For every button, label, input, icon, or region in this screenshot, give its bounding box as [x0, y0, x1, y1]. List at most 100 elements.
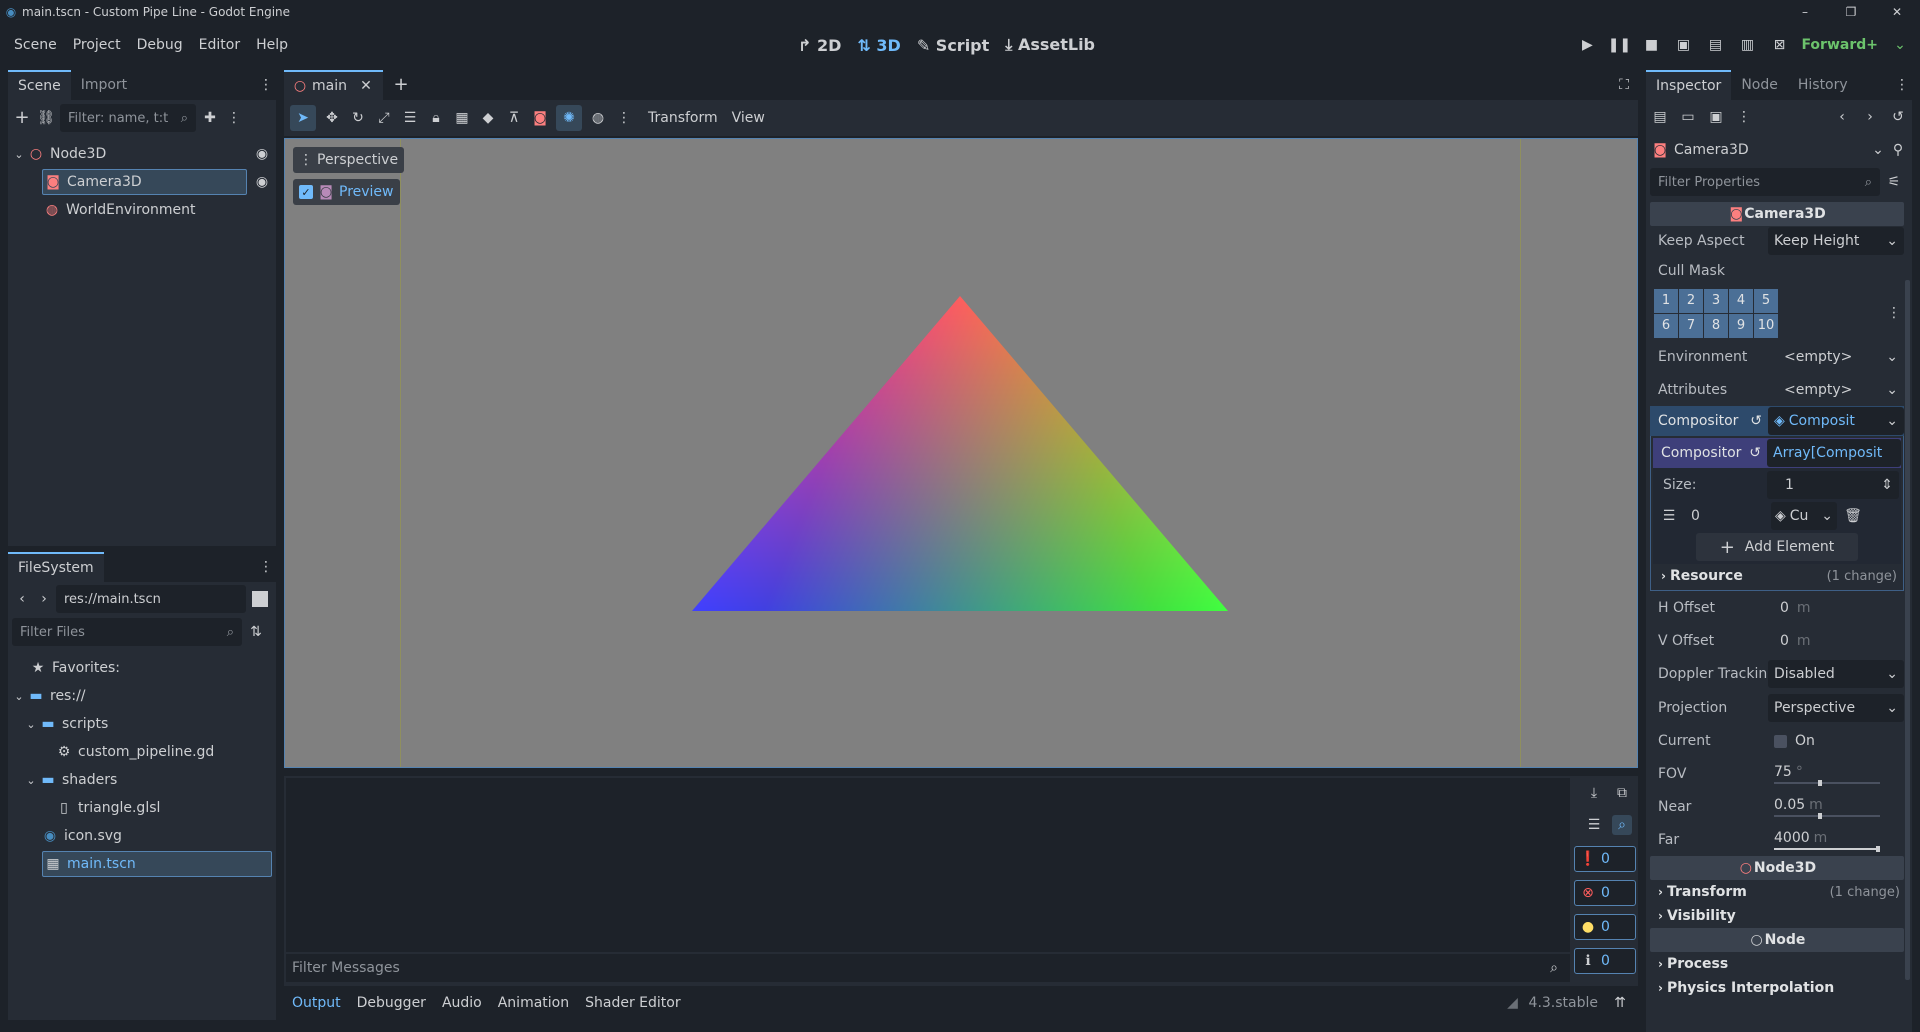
- clear-output-icon[interactable]: ⤓: [1584, 783, 1604, 803]
- near-slider[interactable]: 0.05 m: [1768, 793, 1904, 821]
- chevron-down-icon[interactable]: ⌄: [12, 686, 26, 706]
- fov-slider[interactable]: 75 °: [1768, 760, 1904, 788]
- rotate-tool-icon[interactable]: ↻: [348, 108, 368, 128]
- renderer-select[interactable]: Forward+: [1801, 37, 1878, 53]
- tab-audio[interactable]: Audio: [434, 995, 490, 1011]
- add-element-button[interactable]: + Add Element: [1655, 532, 1899, 562]
- file-item-scripts[interactable]: ⌄ ▬ scripts: [12, 710, 272, 738]
- tree-item-node3d[interactable]: ⌄ ○ Node3D ◉: [12, 140, 272, 168]
- save-icon[interactable]: ▣: [1706, 107, 1726, 127]
- file-filter-input[interactable]: Filter Files: [20, 625, 85, 640]
- history-back-icon[interactable]: ‹: [1832, 107, 1852, 127]
- camera-preview-icon[interactable]: ◙: [530, 108, 550, 128]
- tree-item-camera3d[interactable]: ◙ Camera3D ◉: [12, 168, 272, 196]
- object-selector[interactable]: ◙ Camera3D ⌄ ⚲: [1646, 134, 1912, 166]
- menu-help[interactable]: Help: [248, 37, 296, 53]
- tab-scene[interactable]: Scene: [8, 70, 71, 100]
- visibility-eye-icon[interactable]: ◉: [252, 172, 272, 192]
- layer-5[interactable]: 5: [1754, 288, 1778, 313]
- scene-menu-icon[interactable]: ⋮: [224, 108, 244, 128]
- workspace-script[interactable]: ✎ Script: [909, 36, 997, 55]
- layer-2[interactable]: 2: [1679, 288, 1703, 313]
- keep-aspect-select[interactable]: Keep Height ⌄: [1768, 227, 1904, 255]
- more-options-icon[interactable]: ⋮: [614, 108, 634, 128]
- compositor-effects-array[interactable]: Array[Composit: [1767, 439, 1901, 467]
- stop-icon[interactable]: ■: [1641, 35, 1661, 55]
- remote-debug-icon[interactable]: ▣: [1673, 35, 1693, 55]
- inspector-scrollbar[interactable]: [1905, 280, 1910, 980]
- new-resource-icon[interactable]: ▤: [1650, 107, 1670, 127]
- projection-select[interactable]: Perspective ⌄: [1768, 694, 1904, 722]
- array-size-spinbox[interactable]: 1 ⇕: [1767, 471, 1899, 499]
- far-slider-grabber[interactable]: [1876, 845, 1880, 852]
- chevron-down-icon[interactable]: ⌄: [24, 770, 38, 790]
- environment-picker[interactable]: <empty> ⌄: [1768, 343, 1904, 371]
- group-resource[interactable]: › Resource (1 change): [1653, 564, 1901, 588]
- dock-menu-icon[interactable]: ⋮: [256, 557, 276, 577]
- tree-item-worldenvironment[interactable]: ◍ WorldEnvironment: [12, 196, 272, 224]
- pause-icon[interactable]: ❚❚: [1608, 35, 1631, 55]
- tab-main[interactable]: ○ main ✕: [284, 70, 383, 100]
- tab-node[interactable]: Node: [1731, 70, 1788, 100]
- movie-maker-icon[interactable]: ⊠: [1769, 35, 1789, 55]
- near-slider-grabber[interactable]: [1818, 812, 1822, 819]
- group-process[interactable]: › Process: [1650, 952, 1904, 976]
- element-picker[interactable]: ◈ Cu ⌄: [1771, 502, 1837, 530]
- group-transform[interactable]: › Transform (1 change): [1650, 880, 1904, 904]
- error-counter[interactable]: ⊗ 0: [1574, 880, 1636, 906]
- menu-project[interactable]: Project: [65, 37, 129, 53]
- local-space-icon[interactable]: ◆: [478, 108, 498, 128]
- tab-filesystem[interactable]: FileSystem: [8, 552, 104, 582]
- node-info-icon[interactable]: ⚲: [1888, 140, 1908, 160]
- visibility-eye-icon[interactable]: ◉: [252, 144, 272, 164]
- play-scene-icon[interactable]: ▤: [1705, 35, 1725, 55]
- file-item-main-tscn[interactable]: ▦ main.tscn: [12, 850, 272, 878]
- property-filter[interactable]: Filter Properties ⌕: [1650, 168, 1880, 196]
- far-slider[interactable]: 4000 m: [1768, 826, 1904, 854]
- workspace-assetlib[interactable]: ⤓ AssetLib: [997, 35, 1103, 55]
- scene-filter-input[interactable]: Filter: name, t:t: [68, 111, 178, 126]
- attributes-picker[interactable]: <empty> ⌄: [1768, 376, 1904, 404]
- message-filter-input[interactable]: Filter Messages: [292, 960, 400, 976]
- layer-6[interactable]: 6: [1654, 313, 1678, 338]
- file-item-res[interactable]: ⌄ ▬ res://: [12, 682, 272, 710]
- v-offset-field[interactable]: 0 m: [1768, 627, 1904, 655]
- maximize-button[interactable]: ❐: [1828, 0, 1874, 24]
- split-mode-icon[interactable]: [252, 591, 268, 607]
- revert-icon[interactable]: ↺: [1750, 413, 1762, 429]
- dock-menu-icon[interactable]: ⋮: [1892, 75, 1912, 95]
- message-filter[interactable]: Filter Messages ⌕: [286, 954, 1570, 982]
- 3d-viewport[interactable]: ⋮ Perspective ✓ ◙ Preview: [284, 138, 1638, 768]
- compositor-picker[interactable]: ◈ Composit ⌄: [1768, 407, 1904, 435]
- minimize-button[interactable]: –: [1782, 0, 1828, 24]
- copy-icon[interactable]: ⧉: [1612, 783, 1632, 803]
- file-item-custom-pipeline[interactable]: ⚙ custom_pipeline.gd: [12, 738, 272, 766]
- chevron-down-icon[interactable]: ⌄: [12, 144, 26, 164]
- distraction-free-icon[interactable]: ⛶: [1614, 75, 1634, 95]
- group-icon[interactable]: ▦: [452, 108, 472, 128]
- list-select-icon[interactable]: ☰: [400, 108, 420, 128]
- tab-shader-editor[interactable]: Shader Editor: [577, 995, 688, 1011]
- menu-debug[interactable]: Debug: [129, 37, 191, 53]
- close-icon[interactable]: ✕: [359, 76, 373, 96]
- layers-menu-icon[interactable]: ⋮: [1884, 303, 1904, 323]
- environment-preview-icon[interactable]: ◍: [588, 108, 608, 128]
- search-icon[interactable]: ⌕: [1612, 815, 1632, 835]
- warning-counter[interactable]: ● 0: [1574, 914, 1636, 940]
- select-tool-icon[interactable]: ➤: [290, 105, 316, 131]
- forward-icon[interactable]: ›: [34, 589, 54, 609]
- dock-menu-icon[interactable]: ⋮: [256, 75, 276, 95]
- snap-icon[interactable]: ⊼: [504, 108, 524, 128]
- layer-4[interactable]: 4: [1729, 288, 1753, 313]
- layer-7[interactable]: 7: [1679, 313, 1703, 338]
- object-history-icon[interactable]: ↺: [1888, 107, 1908, 127]
- trash-icon[interactable]: 🗑︎: [1843, 506, 1863, 526]
- lock-icon[interactable]: 🔒︎: [426, 108, 446, 128]
- workspace-3d[interactable]: ⇅ 3D: [849, 36, 908, 55]
- file-filter[interactable]: Filter Files ⌕: [12, 618, 242, 646]
- file-item-triangle-glsl[interactable]: ▯ triangle.glsl: [12, 794, 272, 822]
- group-physics-interpolation[interactable]: › Physics Interpolation: [1650, 976, 1904, 1000]
- attach-script-icon[interactable]: ✚: [200, 108, 220, 128]
- h-offset-field[interactable]: 0 m: [1768, 594, 1904, 622]
- transform-menu[interactable]: Transform: [640, 110, 726, 126]
